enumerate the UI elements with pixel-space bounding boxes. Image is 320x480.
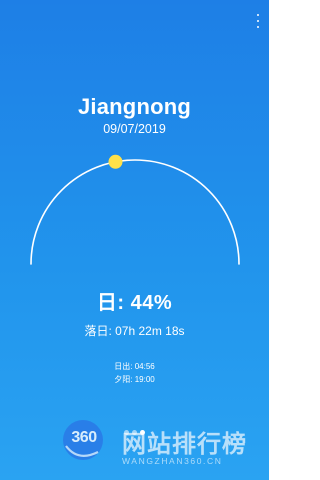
sunset-countdown: 落日: 07h 22m 18s (84, 324, 185, 338)
watermark-subtitle: WANGZHAN360.CN (122, 456, 223, 466)
sun-times: 日出: 04:56 夕阳: 19:00 (0, 360, 269, 386)
sun-tracker-screen: Jiangnong 09/07/2019 日: 44% 落日: 07h 22m … (0, 0, 269, 480)
sunset-time: 夕阳: 19:00 (114, 375, 155, 384)
sunrise-time: 日出: 04:56 (114, 362, 155, 371)
sun-icon (108, 154, 123, 169)
sun-arc-path (30, 159, 240, 265)
watermark: 360 网站排行榜 WANGZHAN360.CN (58, 416, 263, 474)
watermark-title: 网站排行榜 (122, 431, 247, 458)
watermark-badge: 360 (71, 429, 97, 446)
sun-arc (30, 154, 240, 265)
daylight-percent: 日: 44% (96, 292, 173, 314)
